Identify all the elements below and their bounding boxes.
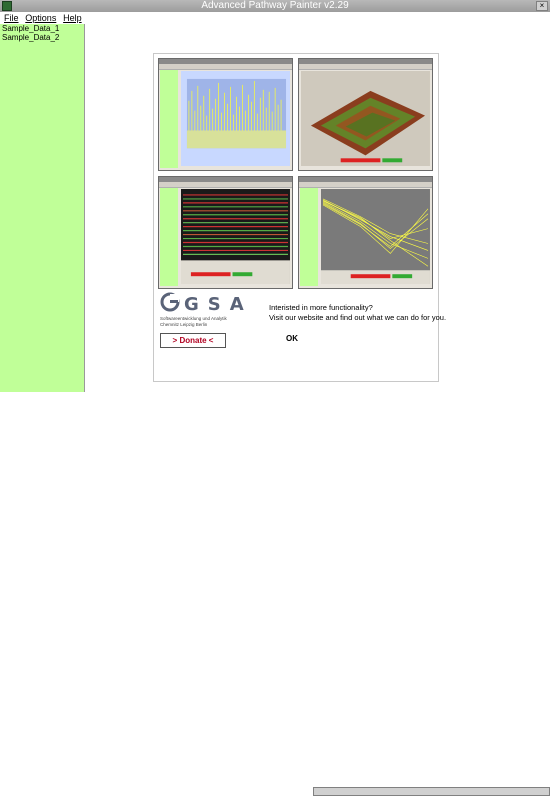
gsa-logo-subtitle-2: Chemnitz Leipzig Berlin [160, 322, 208, 327]
thumb-toolbar [159, 182, 292, 188]
surface-plot-image [301, 71, 430, 167]
profile-lines-image [321, 189, 430, 285]
info-line-1: Interisted in more functionality? [269, 303, 373, 312]
splash-panel: GSA Softwareentwicklung und Analytik Che… [153, 53, 446, 382]
menu-options-label: Options [25, 13, 57, 23]
screenshot-thumbnail-1 [158, 58, 293, 171]
menu-bar: File Options Help [0, 12, 550, 24]
sidebar-item-sample-data-1[interactable]: Sample_Data_1 [0, 24, 84, 33]
menu-file[interactable]: File [4, 12, 19, 24]
donate-button[interactable]: > Donate < [160, 333, 226, 348]
sidebar-item-sample-data-2[interactable]: Sample_Data_2 [0, 33, 84, 42]
thumb-toolbar [299, 64, 432, 70]
ok-button[interactable]: OK [286, 334, 298, 343]
gsa-emblem-icon [160, 292, 180, 312]
info-text: Interisted in more functionality? Visit … [269, 303, 446, 323]
dataset-sidebar: Sample_Data_1 Sample_Data_2 [0, 24, 85, 392]
gsa-logo-subtitle: Softwareentwicklung und Analytik [160, 316, 227, 321]
thumb-sidebar [160, 188, 178, 286]
gsa-logo-text: GSA [184, 294, 253, 315]
menu-help[interactable]: Help [63, 12, 82, 24]
spike-chart-image [181, 71, 290, 167]
thumb-sidebar [160, 70, 178, 168]
thumb-toolbar [299, 182, 432, 188]
window-title: Advanced Pathway Painter v2.29 [201, 0, 349, 11]
screenshot-thumbnail-4 [298, 176, 433, 289]
menu-file-label: File [4, 13, 19, 23]
thumb-toolbar [159, 64, 292, 70]
data-table-image [181, 189, 290, 285]
close-button[interactable]: × [536, 1, 548, 11]
title-bar: Advanced Pathway Painter v2.29 × [0, 0, 550, 12]
status-bar [0, 392, 550, 796]
screenshot-thumbnail-2 [298, 58, 433, 171]
main-area: GSA Softwareentwicklung und Analytik Che… [85, 24, 550, 392]
horizontal-scrollbar[interactable] [313, 787, 550, 796]
info-line-2: Visit our website and find out what we c… [269, 313, 447, 322]
menu-options[interactable]: Options [25, 12, 56, 24]
thumb-sidebar [300, 188, 318, 286]
screenshot-thumbnail-3 [158, 176, 293, 289]
menu-help-label: Help [63, 13, 82, 23]
